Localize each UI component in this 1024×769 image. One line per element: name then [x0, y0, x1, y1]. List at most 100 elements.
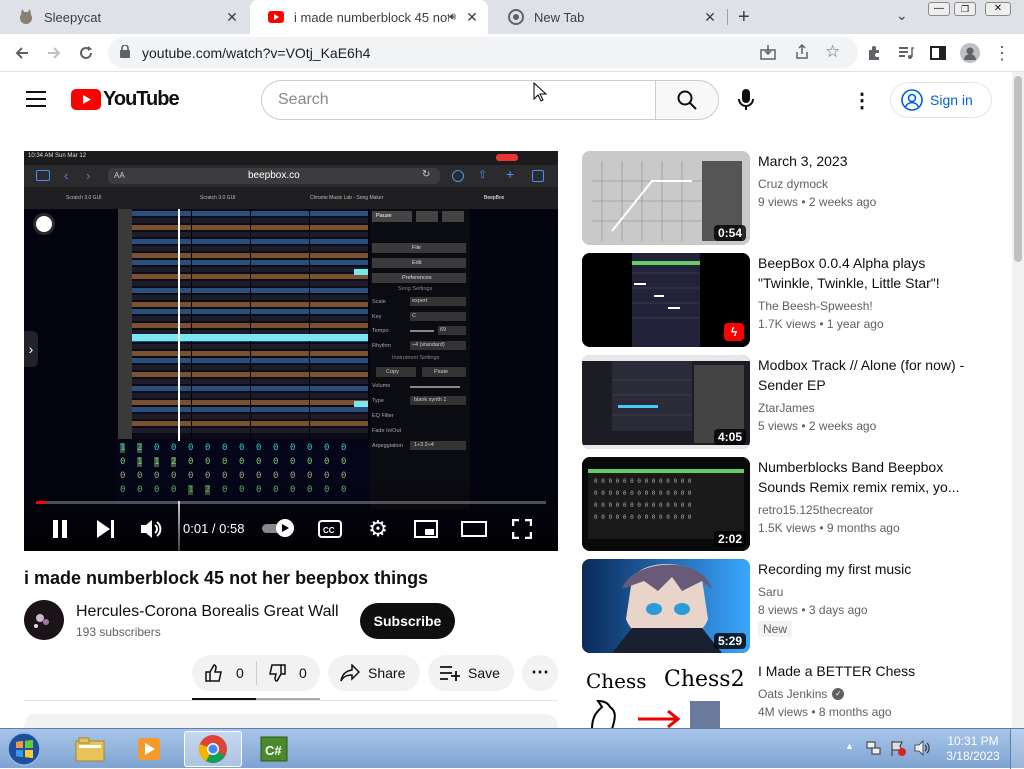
rec-channel[interactable]: Cruz dymock [758, 177, 828, 191]
rec-channel-row[interactable]: Oats Jenkins ✓ [758, 687, 845, 701]
rec-title[interactable]: Numberblocks Band Beepbox Sounds Remix r… [758, 457, 968, 497]
close-window-icon[interactable]: ✕ [985, 2, 1011, 16]
back-icon[interactable] [10, 41, 34, 65]
profile-avatar-icon[interactable] [958, 41, 982, 65]
more-actions-icon[interactable]: ⋯ [522, 655, 558, 691]
captions-icon[interactable]: CC [316, 517, 344, 541]
subscribe-button[interactable]: Subscribe [360, 603, 455, 639]
taskbar-media-player[interactable] [122, 731, 178, 767]
inner-tab-2: Scratch 3.0 GUI [200, 195, 236, 201]
tab-youtube-video[interactable]: i made numberblock 45 not 🔊︎ ✕ [250, 0, 488, 34]
next-video-icon[interactable] [92, 515, 120, 543]
share-button[interactable]: Share [328, 655, 420, 691]
like-dislike-group: 0 0 [192, 655, 320, 691]
rec-channel[interactable]: retro15.125thecreator [758, 503, 873, 517]
taskbar-chrome[interactable] [184, 731, 242, 767]
theater-mode-icon[interactable] [460, 515, 488, 543]
pause-icon[interactable] [46, 515, 74, 543]
fullscreen-icon[interactable] [508, 515, 536, 543]
svg-text:0 0 0 0 0 0 0 0 0 0 0 0 0 0: 0 0 0 0 0 0 0 0 0 0 0 0 0 0 [594, 514, 692, 521]
rec-views: 8 views [758, 603, 799, 617]
system-clock[interactable]: 10:31 PM 3/18/2023 [944, 734, 1002, 764]
settings-kebab-icon[interactable]: ⋮ [852, 88, 872, 113]
taskbar-csharp[interactable]: C# [246, 731, 302, 767]
rec-item[interactable]: 0 0 0 0 0 0 0 0 0 0 0 0 0 0 0 0 0 0 0 0 0… [582, 457, 1002, 551]
tab-search-chevron-icon[interactable]: ⌄ [896, 7, 908, 24]
rec-duration: 5:29 [713, 633, 746, 649]
voice-search-icon[interactable] [737, 89, 755, 116]
rec-channel[interactable]: Saru [758, 585, 783, 599]
action-center-flag-icon[interactable] [890, 740, 906, 761]
scrollbar-thumb[interactable] [1014, 76, 1022, 262]
side-panel-icon[interactable] [926, 41, 950, 65]
close-tab-icon[interactable]: ✕ [464, 9, 480, 25]
rec-channel[interactable]: ZtarJames [758, 401, 815, 415]
page-scrollbar[interactable] [1012, 72, 1024, 728]
rec-channel[interactable]: The Beesh-Spweesh! [758, 299, 873, 313]
tab-new-tab[interactable]: New Tab ✕ [490, 0, 726, 34]
rec-title[interactable]: Modbox Track // Alone (for now) - Sender… [758, 355, 968, 395]
rec-item[interactable]: Chess Chess2 I Made a BETTER Chess Oats … [582, 661, 1002, 728]
taskbar-explorer[interactable] [62, 731, 118, 767]
close-tab-icon[interactable]: ✕ [702, 9, 718, 25]
show-hidden-icons-icon[interactable]: ▲ [845, 741, 854, 751]
pattern-cell: 0 [273, 471, 279, 481]
rec-item[interactable]: 4:05 Modbox Track // Alone (for now) - S… [582, 355, 1002, 449]
rec-thumbnail[interactable]: 4:05 [582, 355, 750, 449]
rec-thumbnail[interactable]: 0 0 0 0 0 0 0 0 0 0 0 0 0 0 0 0 0 0 0 0 0… [582, 457, 750, 551]
install-app-icon[interactable] [760, 44, 776, 65]
volume-icon[interactable] [138, 515, 166, 543]
like-button[interactable]: 0 [192, 655, 256, 691]
autoplay-toggle[interactable] [262, 519, 296, 537]
rec-channel[interactable]: Oats Jenkins [758, 687, 827, 701]
forward-icon[interactable] [42, 41, 66, 65]
rec-title[interactable]: I Made a BETTER Chess [758, 661, 968, 681]
rec-item[interactable]: ϟ BeepBox 0.0.4 Alpha plays "Twinkle, Tw… [582, 253, 1002, 347]
start-button[interactable] [4, 730, 44, 768]
media-controls-icon[interactable] [894, 41, 918, 65]
save-button[interactable]: Save [428, 655, 514, 691]
clock-date: 3/18/2023 [946, 749, 1000, 763]
dislike-button[interactable]: 0 [257, 655, 320, 691]
url-text[interactable]: youtube.com/watch?v=VOtj_KaE6h4 [142, 45, 370, 61]
lock-icon[interactable] [120, 44, 130, 63]
settings-gear-icon[interactable]: ⚙ [364, 515, 392, 543]
youtube-logo[interactable]: YouTube [71, 88, 180, 111]
channel-avatar[interactable] [24, 600, 64, 640]
rec-item[interactable]: 5:29 Recording my first music Saru 8 vie… [582, 559, 1002, 653]
hamburger-menu-icon[interactable] [26, 90, 46, 113]
rec-thumbnail[interactable]: ϟ [582, 253, 750, 347]
rec-thumbnail[interactable]: 0:54 [582, 151, 750, 245]
address-bar[interactable]: youtube.com/watch?v=VOtj_KaE6h4 ☆ [108, 37, 858, 68]
progress-bar[interactable] [36, 501, 546, 504]
system-volume-icon[interactable] [914, 740, 932, 761]
minimize-icon[interactable]: — [928, 2, 950, 16]
chrome-menu-icon[interactable]: ⋮ [990, 41, 1014, 65]
pattern-cell: 0 [205, 443, 211, 453]
rec-title[interactable]: BeepBox 0.0.4 Alpha plays "Twinkle, Twin… [758, 253, 968, 293]
restore-icon[interactable]: ❐ [954, 2, 976, 16]
show-desktop-button[interactable] [1010, 729, 1024, 769]
sign-in-button[interactable]: Sign in [890, 82, 992, 118]
bookmark-star-icon[interactable]: ☆ [825, 42, 840, 62]
rec-thumbnail[interactable]: Chess Chess2 [582, 661, 750, 728]
search-button[interactable] [655, 80, 719, 120]
miniplayer-icon[interactable] [412, 515, 440, 543]
rec-item[interactable]: 0:54 March 3, 2023 Cruz dymock 9 views •… [582, 151, 1002, 245]
inner-status-time: 10:34 AM Sun Mar 12 [28, 153, 87, 159]
new-tab-icon[interactable]: + [738, 6, 750, 29]
rec-thumbnail[interactable]: 5:29 [582, 559, 750, 653]
close-tab-icon[interactable]: ✕ [224, 9, 240, 25]
tab-sleepycat[interactable]: Sleepycat ✕ [0, 0, 248, 34]
reload-icon[interactable] [74, 41, 98, 65]
speaker-icon[interactable]: 🔊︎ [449, 11, 456, 24]
pattern-cell: 0 [307, 457, 313, 467]
channel-name[interactable]: Hercules-Corona Borealis Great Wall [76, 603, 339, 621]
rec-title[interactable]: Recording my first music [758, 559, 968, 579]
extensions-icon[interactable] [862, 41, 886, 65]
video-player[interactable]: 10:34 AM Sun Mar 12 ‹ › AA beepbox.co ↻ … [24, 151, 558, 551]
share-icon[interactable] [794, 43, 810, 65]
network-icon[interactable] [866, 740, 882, 761]
rec-title[interactable]: March 3, 2023 [758, 151, 968, 171]
search-input[interactable]: Search [261, 80, 657, 120]
